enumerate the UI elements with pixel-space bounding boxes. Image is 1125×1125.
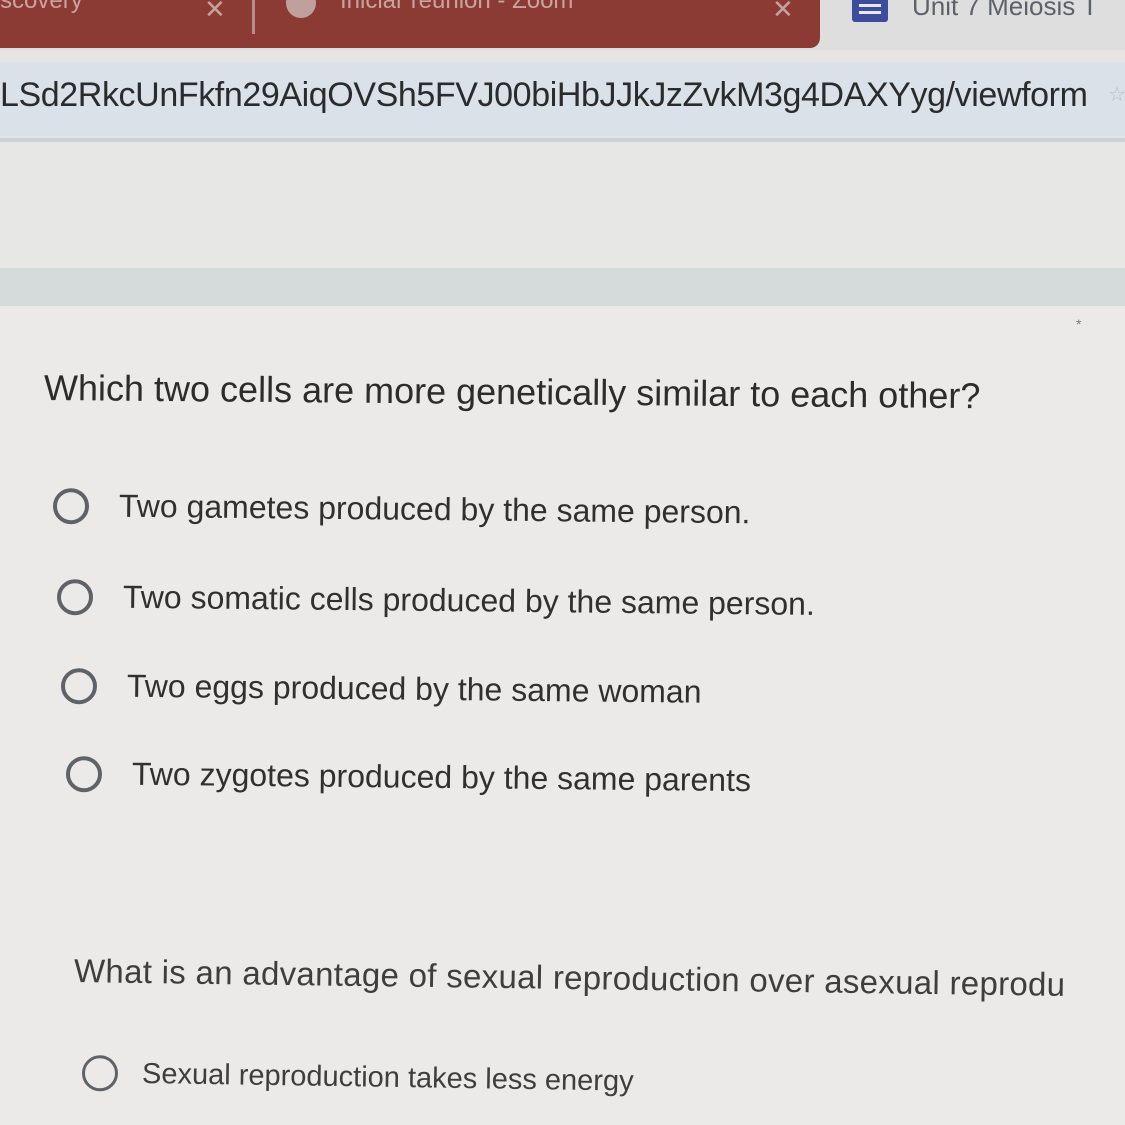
option-label: Two somatic cells produced by the same p… [122, 578, 816, 622]
close-icon[interactable]: ✕ [772, 0, 794, 25]
radio-button[interactable] [52, 487, 90, 524]
tab-title: Iniciar reunión - Zoom [340, 0, 574, 14]
question-1-title: Which two cells are more genetically sim… [43, 367, 981, 417]
option-two-gametes[interactable]: Two gametes produced by the same person. [52, 487, 751, 531]
option-label: Sexual reproduction takes less energy [141, 1057, 634, 1098]
page-background [0, 142, 1125, 270]
tab-title: scovery [0, 0, 83, 14]
option-label: Two eggs produced by the same woman [126, 667, 702, 710]
option-two-zygotes[interactable]: Two zygotes produced by the same parents [65, 755, 752, 799]
google-forms-icon [852, 0, 888, 22]
radio-button[interactable] [65, 755, 103, 792]
radio-button[interactable] [60, 667, 98, 704]
section-divider [0, 268, 1125, 306]
tab-strip: scovery ✕ Iniciar reunión - Zoom ✕ Unit … [0, 0, 1125, 50]
tab-discovery[interactable]: scovery [0, 0, 83, 30]
option-two-eggs[interactable]: Two eggs produced by the same woman [60, 667, 702, 711]
radio-button[interactable] [81, 1055, 119, 1092]
option-label: Two zygotes produced by the same parents [131, 755, 752, 799]
option-label: Two gametes produced by the same person. [118, 487, 751, 531]
radio-button[interactable] [56, 578, 94, 615]
required-mark: * [1076, 316, 1082, 332]
tab-unit-7-meiosis[interactable]: Unit 7 Meiosis T [912, 0, 1098, 22]
bookmark-star-icon[interactable]: ☆ [1108, 82, 1125, 107]
url-text[interactable]: LSd2RkcUnFkfn29AiqOVSh5FVJ00biHbJJkJzZvk… [0, 76, 1088, 115]
close-icon[interactable]: ✕ [204, 0, 226, 25]
tab-zoom[interactable]: Iniciar reunión - Zoom [340, 0, 573, 30]
option-two-somatic-cells[interactable]: Two somatic cells produced by the same p… [56, 578, 816, 623]
tab-separator [252, 0, 255, 34]
